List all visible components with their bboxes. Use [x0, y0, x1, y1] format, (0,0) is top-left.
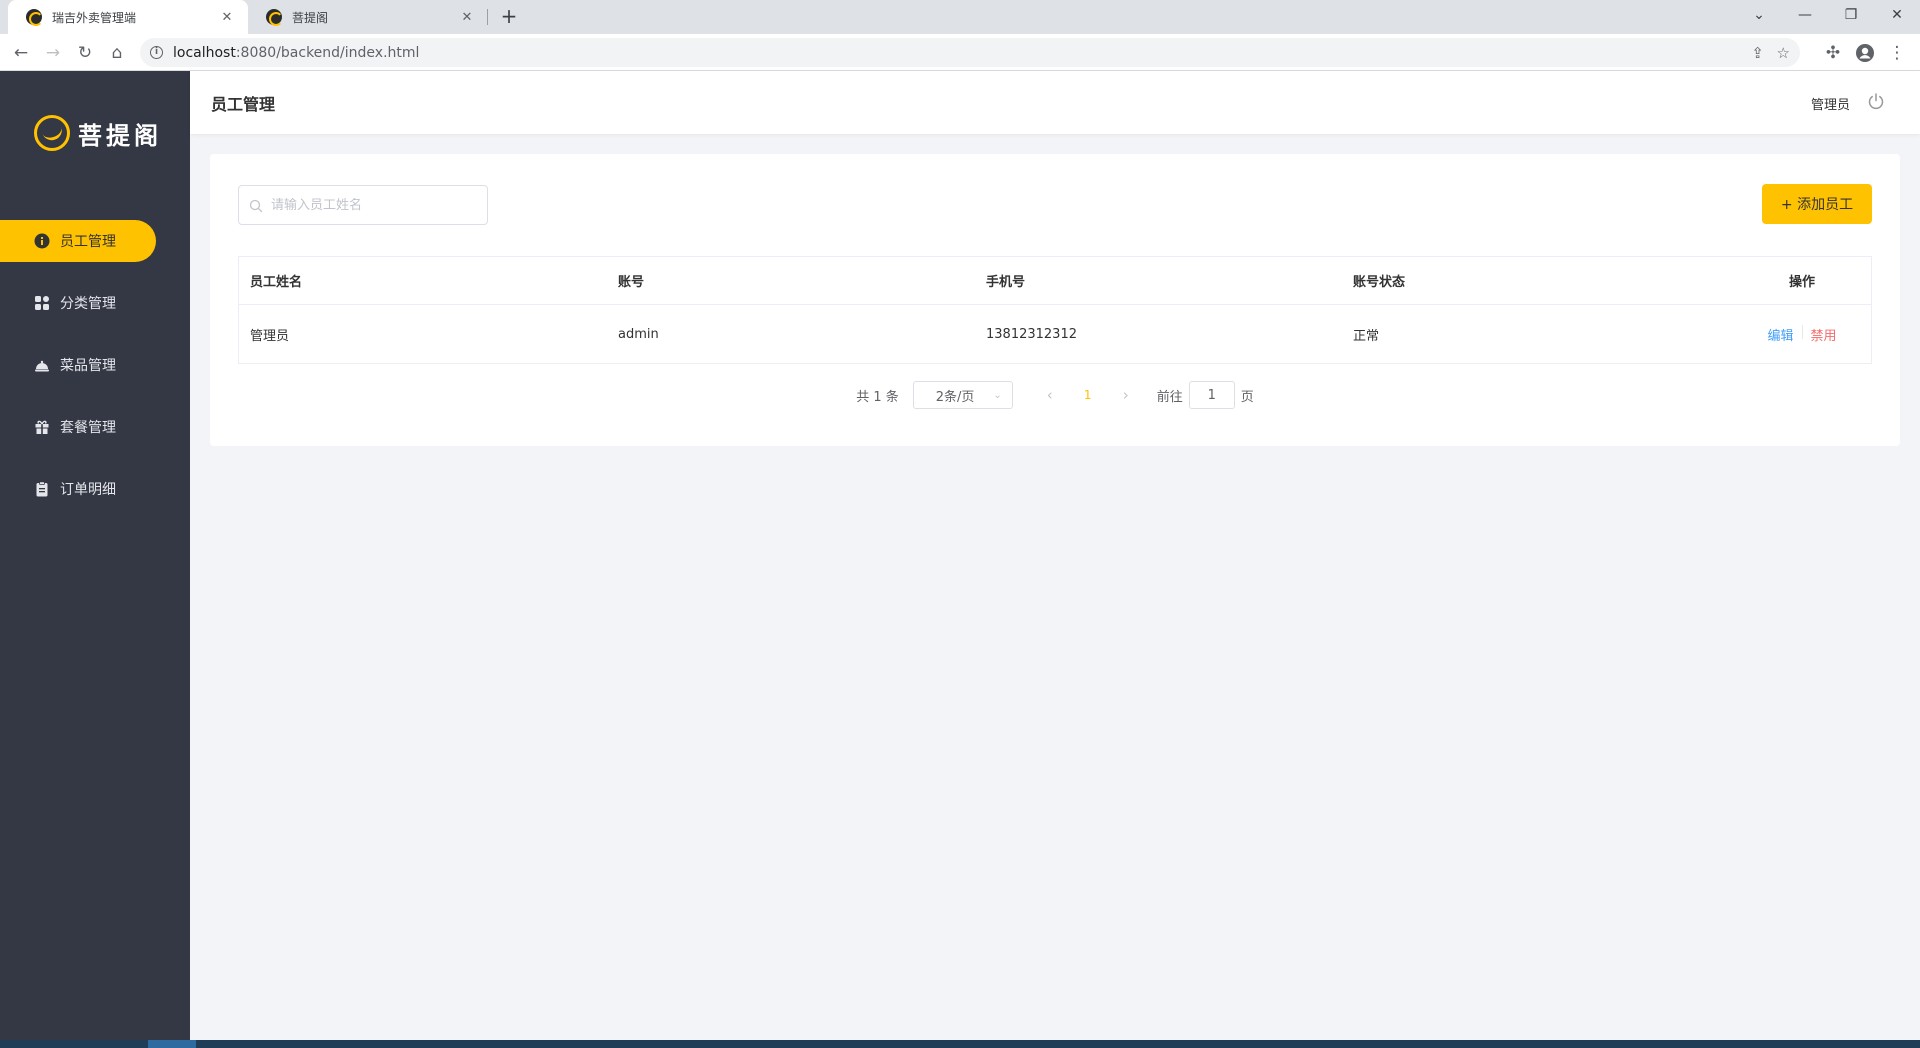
sidebar-menu: 员工管理 分类管理 菜品管理 套餐管理 订单明细	[0, 220, 190, 530]
url-path: :8080/backend/index.html	[235, 44, 420, 61]
logo: 菩提阁	[34, 115, 162, 151]
goto-suffix: 页	[1240, 389, 1254, 405]
user-name: 管理员	[1810, 98, 1850, 113]
sidebar-item-label: 订单明细	[60, 482, 116, 498]
employee-icon	[34, 233, 50, 249]
disable-link[interactable]: 禁用	[1811, 325, 1837, 344]
column-header-name: 员工姓名	[250, 275, 303, 290]
restore-icon[interactable]: ❐	[1828, 0, 1874, 30]
share-icon[interactable]: ⇪	[1751, 38, 1764, 67]
order-clipboard-icon	[34, 481, 50, 497]
cell-phone: 13812312312	[986, 326, 1077, 342]
taskbar-active-app[interactable]	[148, 1040, 196, 1048]
site-info-icon[interactable]: i	[150, 46, 163, 59]
bookmark-star-icon[interactable]: ☆	[1777, 38, 1790, 67]
browser-menu-icon[interactable]: ⋮	[1884, 40, 1910, 66]
profile-avatar-icon[interactable]	[1852, 40, 1878, 66]
page-header: 员工管理 管理员	[190, 71, 1920, 134]
tab-close-icon[interactable]: ✕	[218, 10, 236, 25]
home-icon[interactable]: ⌂	[104, 40, 130, 66]
pagination: 共 1 条 2条/页 ⌄ ‹ 1 › 前往 1 页	[210, 381, 1900, 409]
main-content: 员工管理 管理员 + 添加员工 员工姓名 账号 手机号 账号状态 操作	[190, 71, 1920, 1040]
next-page-chevron-icon[interactable]: ›	[1111, 386, 1141, 404]
browser-tab-active[interactable]: 瑞吉外卖管理端 ✕	[8, 0, 248, 34]
logo-mark-icon	[34, 115, 70, 151]
window-close-icon[interactable]: ✕	[1874, 0, 1920, 30]
column-header-actions: 操作	[1788, 275, 1815, 290]
column-header-status: 账号状态	[1353, 275, 1406, 290]
chevron-down-icon: ⌄	[993, 389, 1002, 401]
logout-power-icon[interactable]	[1867, 92, 1885, 110]
cell-status: 正常	[1353, 328, 1380, 344]
back-arrow-icon[interactable]: ←	[8, 40, 34, 66]
tab-title: 瑞吉外卖管理端	[52, 10, 137, 25]
address-bar[interactable]: i localhost:8080/backend/index.html ⇪ ☆	[140, 38, 1800, 67]
sidebar-item-orders[interactable]: 订单明细	[0, 468, 156, 510]
edit-link[interactable]: 编辑	[1767, 325, 1793, 344]
forward-arrow-icon[interactable]: →	[40, 40, 66, 66]
browser-tab-strip: 瑞吉外卖管理端 ✕ 菩提阁 ✕ + ⌄ — ❐ ✕	[0, 0, 1920, 34]
search-box[interactable]	[238, 185, 488, 225]
page-number-current[interactable]: 1	[1065, 388, 1111, 402]
prev-page-chevron-icon[interactable]: ‹	[1035, 386, 1065, 404]
combo-gift-icon	[34, 419, 50, 435]
sidebar-item-label: 套餐管理	[60, 420, 116, 436]
sidebar: 菩提阁 员工管理 分类管理 菜品管理 套餐管理 订单明细	[0, 71, 190, 1040]
new-tab-plus-icon[interactable]: +	[497, 5, 521, 29]
site-favicon-icon	[26, 9, 43, 26]
browser-toolbar: ← → ↻ ⌂ i localhost:8080/backend/index.h…	[0, 34, 1920, 71]
pagination-total: 共 1 条	[856, 389, 899, 405]
site-favicon-icon	[266, 9, 283, 26]
employee-list-card: + 添加员工 员工姓名 账号 手机号 账号状态 操作 管理员 admin 138…	[210, 154, 1900, 446]
tab-search-chevron-icon[interactable]: ⌄	[1736, 0, 1782, 30]
sidebar-item-label: 分类管理	[60, 296, 116, 312]
cell-account: admin	[618, 326, 659, 342]
search-icon	[249, 198, 263, 213]
add-employee-button[interactable]: + 添加员工	[1762, 184, 1872, 224]
employee-table: 员工姓名 账号 手机号 账号状态 操作 管理员 admin 1381231231…	[238, 256, 1872, 364]
page-size-value: 2条/页	[935, 389, 975, 405]
dish-icon	[34, 357, 50, 373]
reload-icon[interactable]: ↻	[72, 40, 98, 66]
app-root: 菩提阁 员工管理 分类管理 菜品管理 套餐管理 订单明细 员工管理 管理员 请输…	[0, 71, 1920, 1040]
sidebar-item-employee[interactable]: 员工管理	[0, 220, 156, 262]
tab-title: 菩提阁	[292, 10, 329, 25]
os-taskbar	[0, 1040, 1920, 1048]
minimize-icon[interactable]: —	[1782, 0, 1828, 30]
search-input[interactable]	[271, 197, 471, 213]
tab-close-icon[interactable]: ✕	[458, 10, 476, 25]
sidebar-item-dish[interactable]: 菜品管理	[0, 344, 156, 386]
page-title: 员工管理	[211, 95, 276, 114]
cell-name: 管理员	[250, 328, 290, 344]
url-host: localhost	[173, 44, 236, 61]
page-jumper: 前往 1 页	[1157, 381, 1254, 409]
category-icon	[34, 295, 50, 311]
cell-actions: 编辑 禁用	[1709, 324, 1871, 344]
column-header-phone: 手机号	[986, 275, 1026, 290]
table-row: 管理员 admin 13812312312 正常 编辑 禁用	[239, 305, 1871, 363]
sidebar-item-label: 员工管理	[60, 234, 116, 250]
page-size-select[interactable]: 2条/页 ⌄	[912, 381, 1013, 409]
sidebar-item-label: 菜品管理	[60, 358, 116, 374]
column-header-account: 账号	[618, 275, 645, 290]
goto-prefix: 前往	[1156, 389, 1183, 405]
sidebar-item-category[interactable]: 分类管理	[0, 282, 156, 324]
action-divider	[1801, 324, 1803, 339]
logo-text: 菩提阁	[78, 121, 162, 150]
sidebar-item-combo[interactable]: 套餐管理	[0, 406, 156, 448]
extensions-puzzle-icon[interactable]: ✣	[1820, 40, 1846, 66]
browser-tab[interactable]: 菩提阁 ✕	[248, 0, 488, 34]
goto-page-input[interactable]: 1	[1188, 381, 1235, 409]
table-header: 员工姓名 账号 手机号 账号状态 操作	[239, 257, 1871, 305]
tab-separator	[487, 9, 488, 25]
